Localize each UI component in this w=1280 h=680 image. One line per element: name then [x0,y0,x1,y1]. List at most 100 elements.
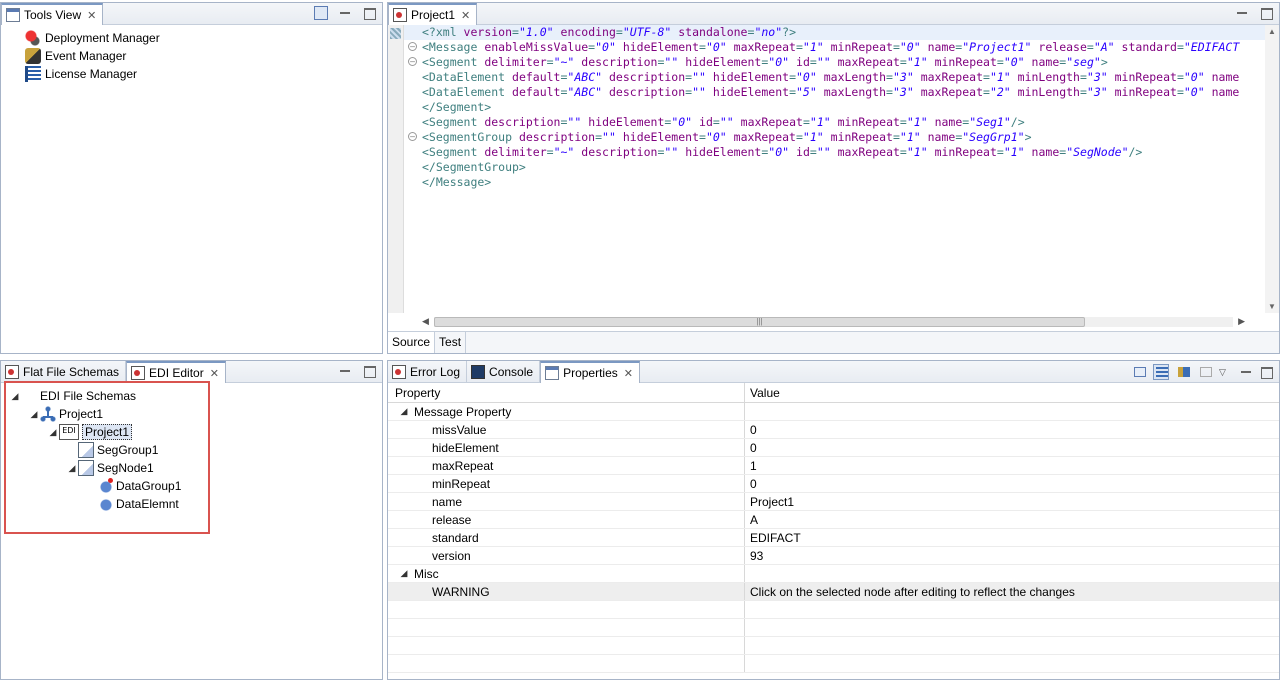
tab-console[interactable]: Console [467,361,541,382]
code-token: = [795,130,803,144]
code-line[interactable]: <Segment delimiter="~" description="" hi… [404,145,1265,160]
code-token: hideElement [712,70,790,84]
close-icon[interactable]: ✕ [87,9,96,22]
show-advanced-icon[interactable] [1175,364,1191,380]
property-value[interactable]: A [745,511,1279,528]
tab-flat-file-schemas[interactable]: Flat File Schemas [1,361,127,382]
property-value[interactable]: EDIFACT [745,529,1279,546]
property-row[interactable]: maxRepeat 1 [388,457,1279,475]
code-token: "1" [906,55,928,69]
tools-item-deployment-manager[interactable]: Deployment Manager [25,29,382,47]
vertical-scrollbar[interactable]: ▲ ▼ [1265,25,1279,313]
property-name: maxRepeat [388,457,745,474]
maximize-button[interactable] [1259,365,1273,379]
code-line[interactable]: – <Segment delimiter="~" description="" h… [404,55,1265,70]
fold-toggle-icon[interactable]: – [408,57,417,66]
maximize-button[interactable] [362,6,376,20]
code-token: "" [692,85,706,99]
property-row[interactable]: WARNING Click on the selected node after … [388,583,1279,601]
property-category-row[interactable]: ◢ Message Property [388,403,1279,421]
scroll-down-icon[interactable]: ▼ [1268,302,1276,311]
scroll-up-icon[interactable]: ▲ [1268,27,1276,36]
property-value[interactable]: 0 [745,439,1279,456]
minimize-button[interactable] [1239,365,1253,379]
code-token: "1" [802,40,824,54]
property-value[interactable]: 1 [745,457,1279,474]
property-row[interactable]: name Project1 [388,493,1279,511]
tab-edi-editor[interactable]: EDI Editor ✕ [126,361,226,383]
property-value[interactable]: Project1 [745,493,1279,510]
code-line[interactable]: </Message> [404,175,1265,190]
tab-properties[interactable]: Properties ✕ [540,361,640,383]
properties-icon [545,366,560,380]
code-line[interactable]: </Segment> [404,100,1265,115]
close-icon[interactable]: ✕ [461,9,470,22]
close-icon[interactable]: ✕ [210,367,219,380]
minimize-button[interactable] [1235,6,1249,20]
code-line[interactable]: – <Message enableMissValue="0" hideElemen… [404,40,1265,55]
empty-cell [745,637,1279,654]
tab-error-log[interactable]: Error Log [388,361,468,382]
property-row[interactable]: hideElement 0 [388,439,1279,457]
properties-table[interactable]: Property Value ◢ Message Property missValu… [388,383,1279,679]
column-header-property[interactable]: Property [388,383,745,402]
tab-tools-view[interactable]: Tools View ✕ [1,3,104,25]
tab-properties-label: Properties [563,366,618,380]
fold-toggle-icon[interactable]: – [408,42,417,51]
property-category-row[interactable]: ◢ Misc [388,565,1279,583]
code-token: "UTF-8" [622,25,672,39]
property-value[interactable]: 0 [745,421,1279,438]
property-value[interactable]: 93 [745,547,1279,564]
deployment-manager-icon [25,30,41,46]
maximize-button[interactable] [1259,6,1273,20]
code-line[interactable]: – <SegmentGroup description="" hideElemen… [404,130,1265,145]
property-value[interactable]: 0 [745,475,1279,492]
property-row[interactable]: standard EDIFACT [388,529,1279,547]
xml-source-editor[interactable]: <?xml version="1.0" encoding="UTF-8" sta… [388,25,1279,331]
code-line[interactable]: <DataElement default="ABC" description="… [404,70,1265,85]
property-name: WARNING [388,583,745,600]
expand-arrow-icon[interactable]: ◢ [398,406,410,418]
code-line[interactable]: <DataElement default="ABC" description="… [404,85,1265,100]
tools-item-label: Deployment Manager [45,31,160,45]
property-row[interactable]: minRepeat 0 [388,475,1279,493]
view-menu-icon[interactable]: ▽ [1219,367,1233,378]
property-row[interactable]: missValue 0 [388,421,1279,439]
pin-properties-icon[interactable] [1131,364,1147,380]
horizontal-scrollbar[interactable]: ◀ ||| ▶ [422,313,1245,331]
show-categories-icon[interactable] [1153,364,1169,380]
restore-default-icon[interactable] [1197,364,1213,380]
property-row[interactable]: release A [388,511,1279,529]
code-token: "0" [705,40,727,54]
code-token: "" [664,55,679,69]
property-category: ◢ Message Property [388,403,745,420]
minimize-button[interactable] [338,6,352,20]
minimize-button[interactable] [338,364,352,378]
scroll-left-icon[interactable]: ◀ [422,316,429,327]
code-line[interactable]: <?xml version="1.0" encoding="UTF-8" sta… [404,25,1265,40]
xml-code-area[interactable]: <?xml version="1.0" encoding="UTF-8" sta… [404,25,1265,313]
maximize-button[interactable] [362,364,376,378]
tab-tools-view-label: Tools View [24,8,82,22]
scroll-right-icon[interactable]: ▶ [1238,316,1245,327]
code-line[interactable]: <Segment description="" hideElement="0" … [404,115,1265,130]
empty-row [388,601,1279,619]
property-value[interactable]: Click on the selected node after editing… [745,583,1279,600]
tools-item-event-manager[interactable]: Event Manager [25,47,382,65]
column-header-value[interactable]: Value [745,383,1279,402]
fold-toggle-icon[interactable]: – [408,132,417,141]
tab-project1-editor[interactable]: Project1 ✕ [388,3,478,25]
close-icon[interactable]: ✕ [624,367,633,380]
tools-item-license-manager[interactable]: License Manager [25,65,382,83]
code-token: maxRepeat [837,145,900,159]
code-line[interactable]: </SegmentGroup> [404,160,1265,175]
subtab-source[interactable]: Source [388,332,436,353]
subtab-test[interactable]: Test [435,332,467,353]
expand-arrow-icon[interactable]: ◢ [398,568,410,580]
code-token: <DataElement [422,70,513,84]
scrollbar-thumb[interactable]: ||| [434,317,1085,327]
property-row[interactable]: version 93 [388,547,1279,565]
view-menu-icon[interactable] [314,6,328,20]
